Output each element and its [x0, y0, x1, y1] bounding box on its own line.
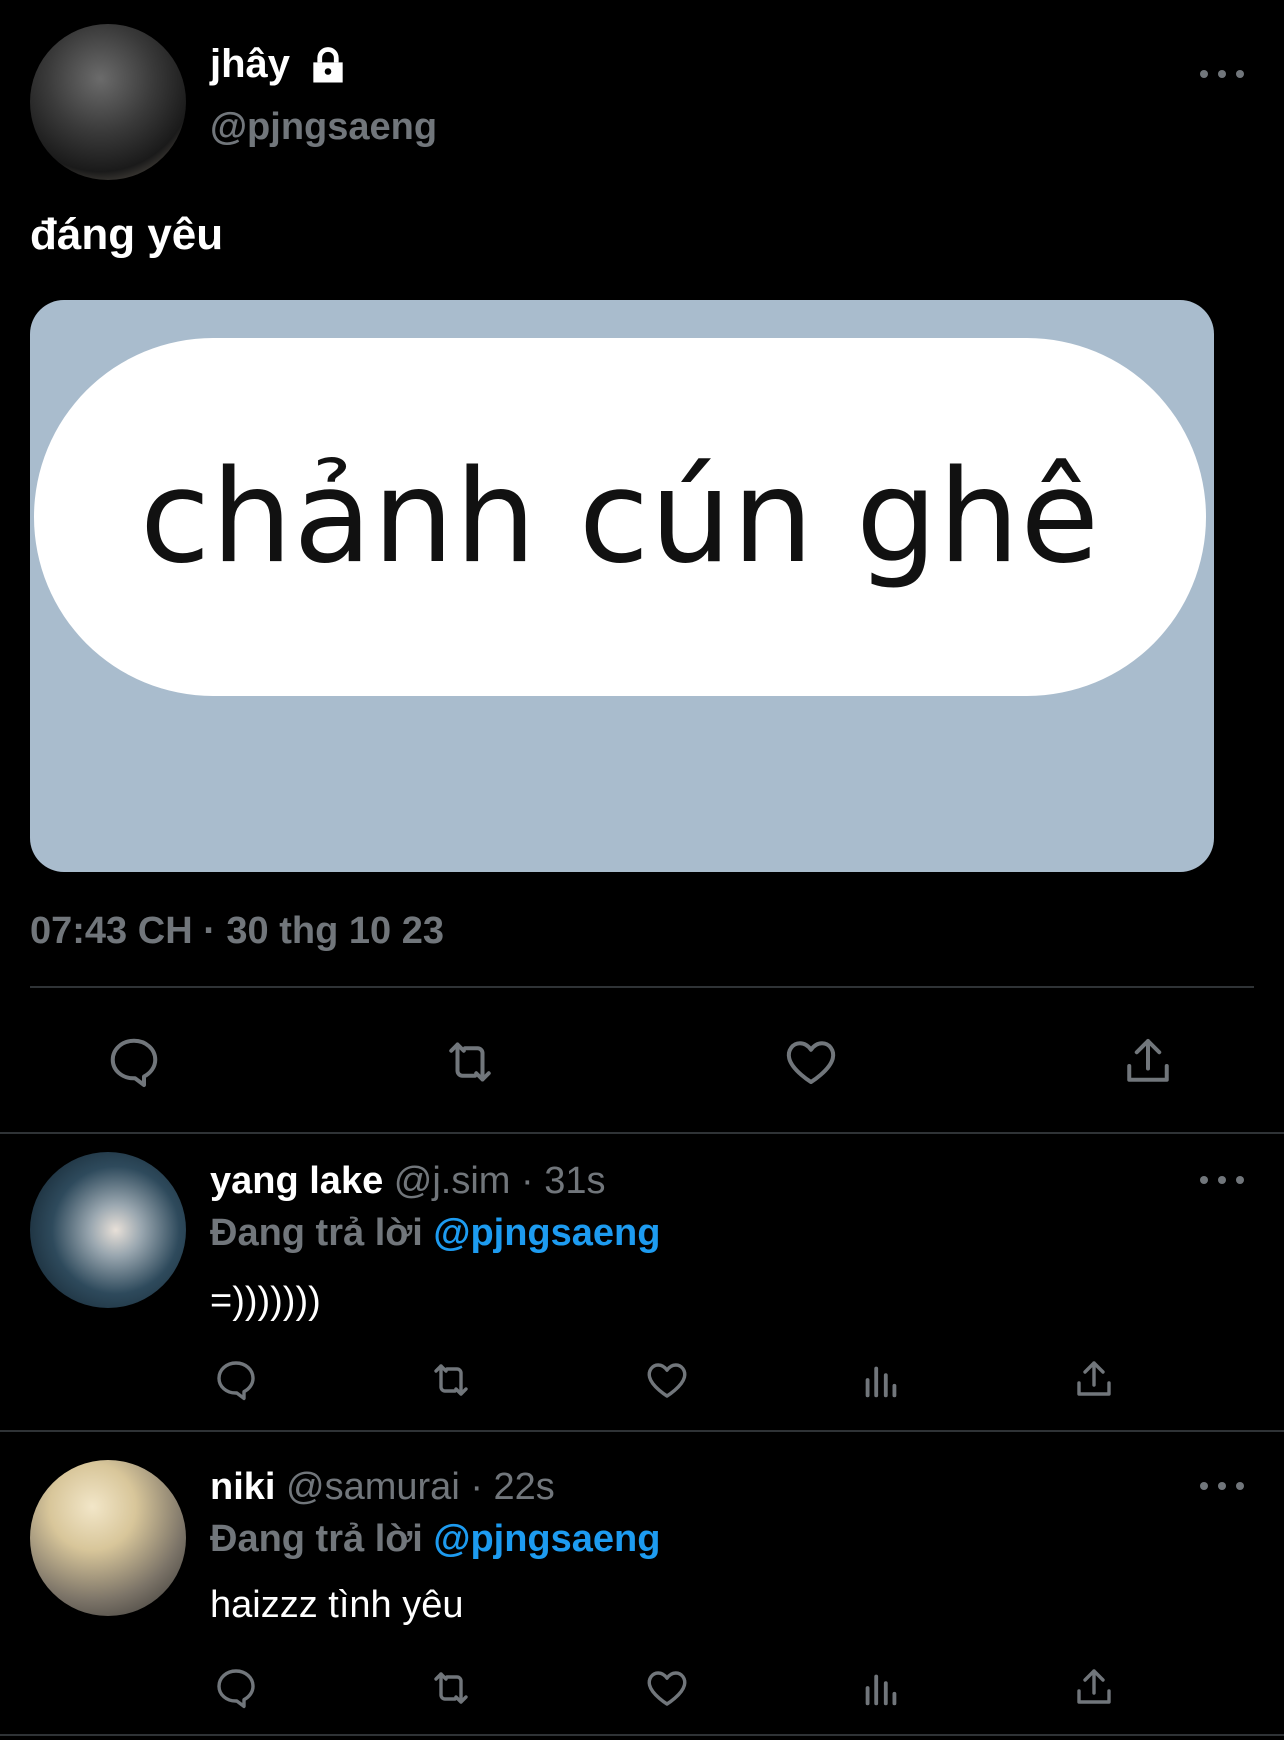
share-icon[interactable]	[1118, 1030, 1178, 1092]
tweet-media[interactable]: chảnh cún ghê	[30, 300, 1214, 872]
share-icon[interactable]	[1070, 1662, 1118, 1712]
retweet-icon[interactable]	[424, 1356, 478, 1404]
reply-text: haizzz tình yêu	[210, 1584, 464, 1626]
reply-author-handle[interactable]: @j.sim	[394, 1160, 511, 1202]
share-icon[interactable]	[1070, 1354, 1118, 1404]
reply-author-name[interactable]: yang lake	[210, 1160, 383, 1202]
divider	[0, 1132, 1284, 1134]
reply-time[interactable]: · 31s	[521, 1160, 605, 1202]
views-icon[interactable]	[858, 1664, 904, 1712]
more-options-icon[interactable]	[1200, 1172, 1244, 1186]
divider	[0, 1430, 1284, 1432]
reply-text: =)))))))	[210, 1280, 321, 1322]
like-icon[interactable]	[780, 1032, 842, 1092]
retweet-icon[interactable]	[436, 1032, 504, 1092]
reply-avatar[interactable]	[30, 1460, 186, 1616]
replying-to-mention[interactable]: @pjngsaeng	[433, 1212, 660, 1254]
views-icon[interactable]	[858, 1356, 904, 1404]
reply-icon[interactable]	[212, 1664, 260, 1712]
media-caption: chảnh cún ghê	[139, 442, 1101, 592]
tweet-timestamp[interactable]: 07:43 CH · 30 thg 10 23	[30, 910, 444, 953]
like-icon[interactable]	[642, 1356, 692, 1404]
tweet-text: đáng yêu	[30, 210, 224, 259]
replying-to-line: Đang trả lời @pjngsaeng	[210, 1212, 660, 1255]
author-handle[interactable]: @pjngsaeng	[210, 106, 437, 149]
reply-author-name[interactable]: niki	[210, 1466, 275, 1508]
reply-icon[interactable]	[212, 1356, 260, 1404]
divider	[30, 986, 1254, 988]
reply-header: yang lake @j.sim · 31s	[210, 1160, 606, 1203]
more-options-icon[interactable]	[1200, 1478, 1244, 1492]
lock-icon	[306, 44, 350, 84]
like-icon[interactable]	[642, 1664, 692, 1712]
media-speech-bubble: chảnh cún ghê	[34, 338, 1206, 696]
author-avatar[interactable]	[30, 24, 186, 180]
reply-author-handle[interactable]: @samurai	[286, 1466, 460, 1508]
divider	[0, 1734, 1284, 1736]
replying-to-label: Đang trả lời	[210, 1518, 423, 1560]
replying-to-label: Đang trả lời	[210, 1212, 423, 1254]
reply-icon[interactable]	[104, 1032, 164, 1092]
reply-header: niki @samurai · 22s	[210, 1466, 555, 1509]
reply-time[interactable]: · 22s	[470, 1466, 554, 1508]
author-name[interactable]: jhây	[210, 42, 290, 87]
more-options-icon[interactable]	[1200, 66, 1244, 80]
reply-avatar[interactable]	[30, 1152, 186, 1308]
replying-to-line: Đang trả lời @pjngsaeng	[210, 1518, 660, 1561]
replying-to-mention[interactable]: @pjngsaeng	[433, 1518, 660, 1560]
retweet-icon[interactable]	[424, 1664, 478, 1712]
